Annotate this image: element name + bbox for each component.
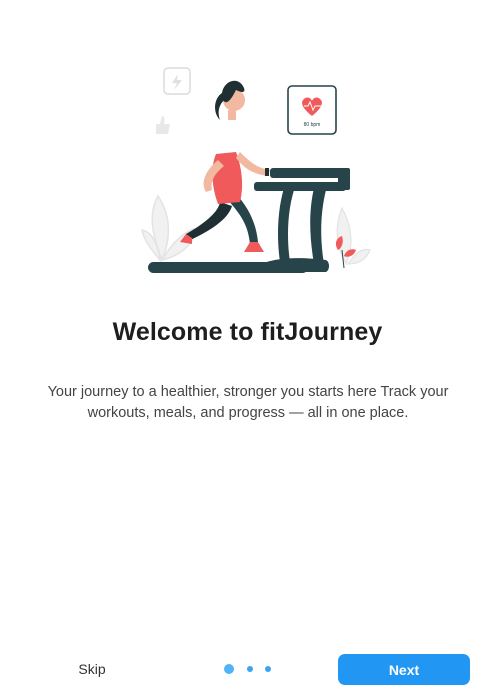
heart-rate-value: 80 bpm <box>304 122 321 128</box>
runner-woman-icon <box>180 80 270 252</box>
page-dot-active[interactable] <box>224 664 234 674</box>
page-indicator <box>224 664 274 674</box>
leaf-plant-right-icon <box>336 206 371 266</box>
thumbs-up-icon <box>156 116 170 134</box>
page-dot[interactable] <box>265 666 271 672</box>
treadmill-runner-illustration: 80 bpm <box>141 67 371 273</box>
skip-button[interactable]: Skip <box>66 656 118 682</box>
leaf-plant-left-icon <box>141 194 200 263</box>
next-button[interactable]: Next <box>338 654 470 685</box>
onboarding-description: Your journey to a healthier, stronger yo… <box>47 384 449 421</box>
onboarding-title: Welcome to fitJourney <box>112 318 383 346</box>
page-dot[interactable] <box>247 666 253 672</box>
heart-rate-card: 80 bpm <box>287 85 337 135</box>
